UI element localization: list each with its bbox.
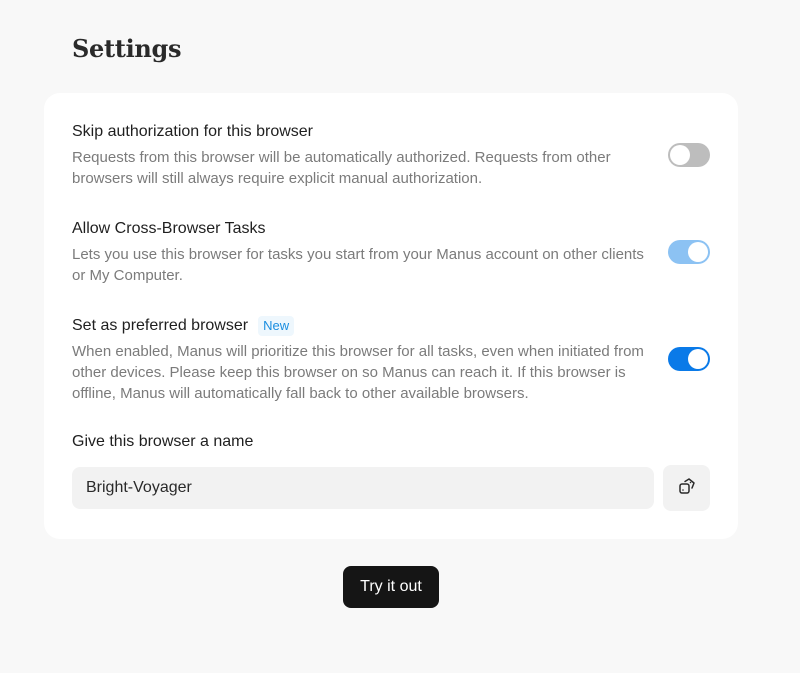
setting-skip-authorization: Skip authorization for this browser Requ…: [72, 121, 710, 189]
browser-name-label: Give this browser a name: [72, 433, 254, 450]
new-badge: New: [258, 316, 295, 336]
setting-description: Requests from this browser will be autom…: [72, 149, 611, 187]
setting-description: When enabled, Manus will prioritize this…: [72, 343, 644, 402]
toggle-knob: [670, 145, 690, 165]
skip-authorization-toggle[interactable]: [668, 143, 710, 167]
shuffle-dice-icon: [677, 476, 697, 501]
setting-title-wrap: Set as preferred browser New: [72, 315, 710, 337]
randomize-name-button[interactable]: [663, 465, 710, 511]
page-title: Settings: [72, 34, 182, 63]
cross-browser-tasks-toggle[interactable]: [668, 240, 710, 264]
try-it-out-button[interactable]: Try it out: [343, 566, 439, 608]
preferred-browser-toggle[interactable]: [668, 347, 710, 371]
settings-page: Settings Skip authorization for this bro…: [0, 0, 800, 673]
setting-description: Lets you use this browser for tasks you …: [72, 246, 644, 284]
setting-title: Skip authorization for this browser: [72, 123, 313, 140]
setting-title: Allow Cross-Browser Tasks: [72, 220, 266, 237]
setting-preferred-browser: Set as preferred browser New When enable…: [72, 315, 710, 404]
browser-name-input[interactable]: [72, 467, 654, 509]
toggle-knob: [688, 349, 708, 369]
setting-cross-browser-tasks: Allow Cross-Browser Tasks Lets you use t…: [72, 218, 710, 286]
settings-card: Skip authorization for this browser Requ…: [44, 93, 738, 539]
toggle-knob: [688, 242, 708, 262]
setting-title: Set as preferred browser: [72, 317, 249, 334]
